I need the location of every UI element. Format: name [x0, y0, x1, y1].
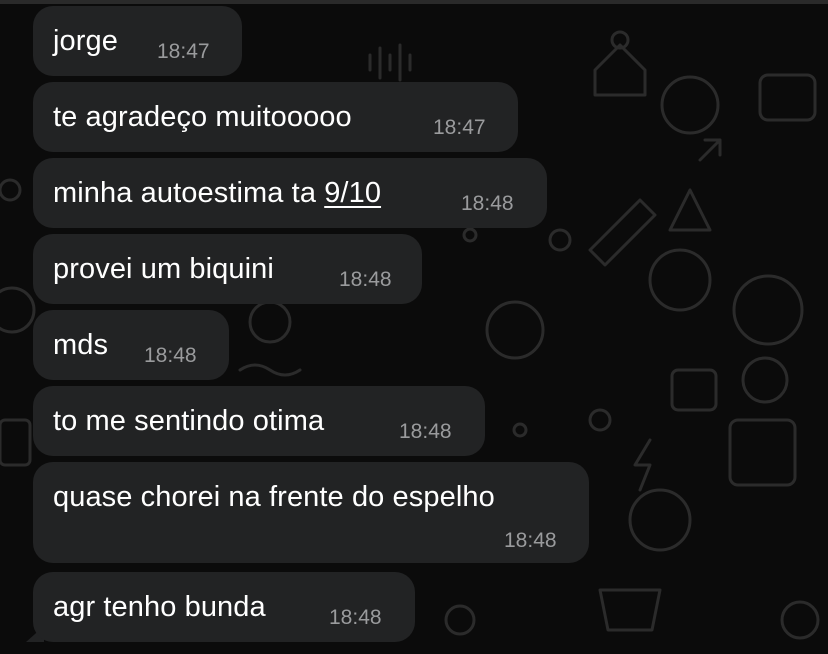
message-timestamp: 18:48 [329, 606, 382, 629]
message-text: quase chorei na frente do espelho [53, 481, 495, 513]
message-bubble[interactable]: jorge 18:47 [33, 6, 242, 76]
doodle-dot-7 [548, 228, 572, 252]
message-bubble[interactable]: to me sentindo otima 18:48 [33, 386, 485, 456]
doodle-tree-icon [668, 188, 712, 232]
doodle-flower-icon [660, 75, 720, 135]
message-bubble[interactable]: mds 18:48 [33, 310, 229, 380]
doodle-dot-8 [588, 408, 612, 432]
doodle-dot-9 [512, 422, 528, 438]
message-timestamp: 18:48 [504, 529, 557, 552]
message-bubble[interactable]: te agradeço muitooooo 18:47 [33, 82, 518, 152]
doodle-dot-3 [444, 604, 476, 636]
message-text: jorge [53, 25, 118, 57]
message-timestamp: 18:48 [144, 344, 197, 367]
message-timestamp: 18:47 [433, 116, 486, 139]
doodle-lock-icon [670, 368, 718, 412]
message-timestamp: 18:48 [461, 192, 514, 215]
message-text: provei um biquini [53, 253, 274, 285]
message-text: to me sentindo otima [53, 405, 325, 437]
doodle-dot-5 [0, 286, 36, 334]
doodle-smiley-icon [648, 248, 712, 312]
message-bubble[interactable]: minha autoestima ta 9/10 18:48 [33, 158, 547, 228]
message-bubble[interactable]: agr tenho bunda 18:48 [33, 572, 415, 642]
message-text: te agradeço muitooooo [53, 101, 352, 133]
doodle-pencil-icon [588, 198, 657, 267]
doodle-dot-6 [248, 300, 292, 344]
doodle-cup-icon [598, 588, 662, 632]
doodle-calendar-icon [758, 73, 817, 122]
doodle-dot-2 [780, 600, 820, 640]
doodle-dot-4 [0, 178, 22, 202]
message-timestamp: 18:47 [157, 40, 210, 63]
message-bubble[interactable]: provei um biquini 18:48 [33, 234, 422, 304]
top-divider [0, 0, 828, 4]
doodle-moon-icon [741, 356, 789, 404]
doodle-clock-icon [485, 300, 545, 360]
doodle-calculator-icon [728, 418, 797, 487]
doodle-box-icon [0, 418, 32, 467]
message-text: mds [53, 329, 109, 361]
message-text: agr tenho bunda [53, 591, 266, 623]
message-timestamp: 18:48 [399, 420, 452, 443]
doodle-house-icon [593, 43, 647, 97]
message-timestamp: 18:48 [339, 268, 392, 291]
message-bubble[interactable]: quase chorei na frente do espelho 18:48 [33, 462, 589, 563]
message-link[interactable]: 9/10 [324, 177, 381, 209]
doodle-bolt-icon [633, 438, 652, 492]
doodle-arrow-icon [698, 138, 722, 162]
doodle-audio-icon [368, 43, 412, 82]
doodle-dot-10 [462, 227, 478, 243]
doodle-smiley-icon-2 [732, 274, 804, 346]
message-text: minha autoestima ta 9/10 [53, 177, 382, 209]
doodle-hat-icon [628, 488, 692, 552]
doodle-wave [238, 363, 302, 377]
